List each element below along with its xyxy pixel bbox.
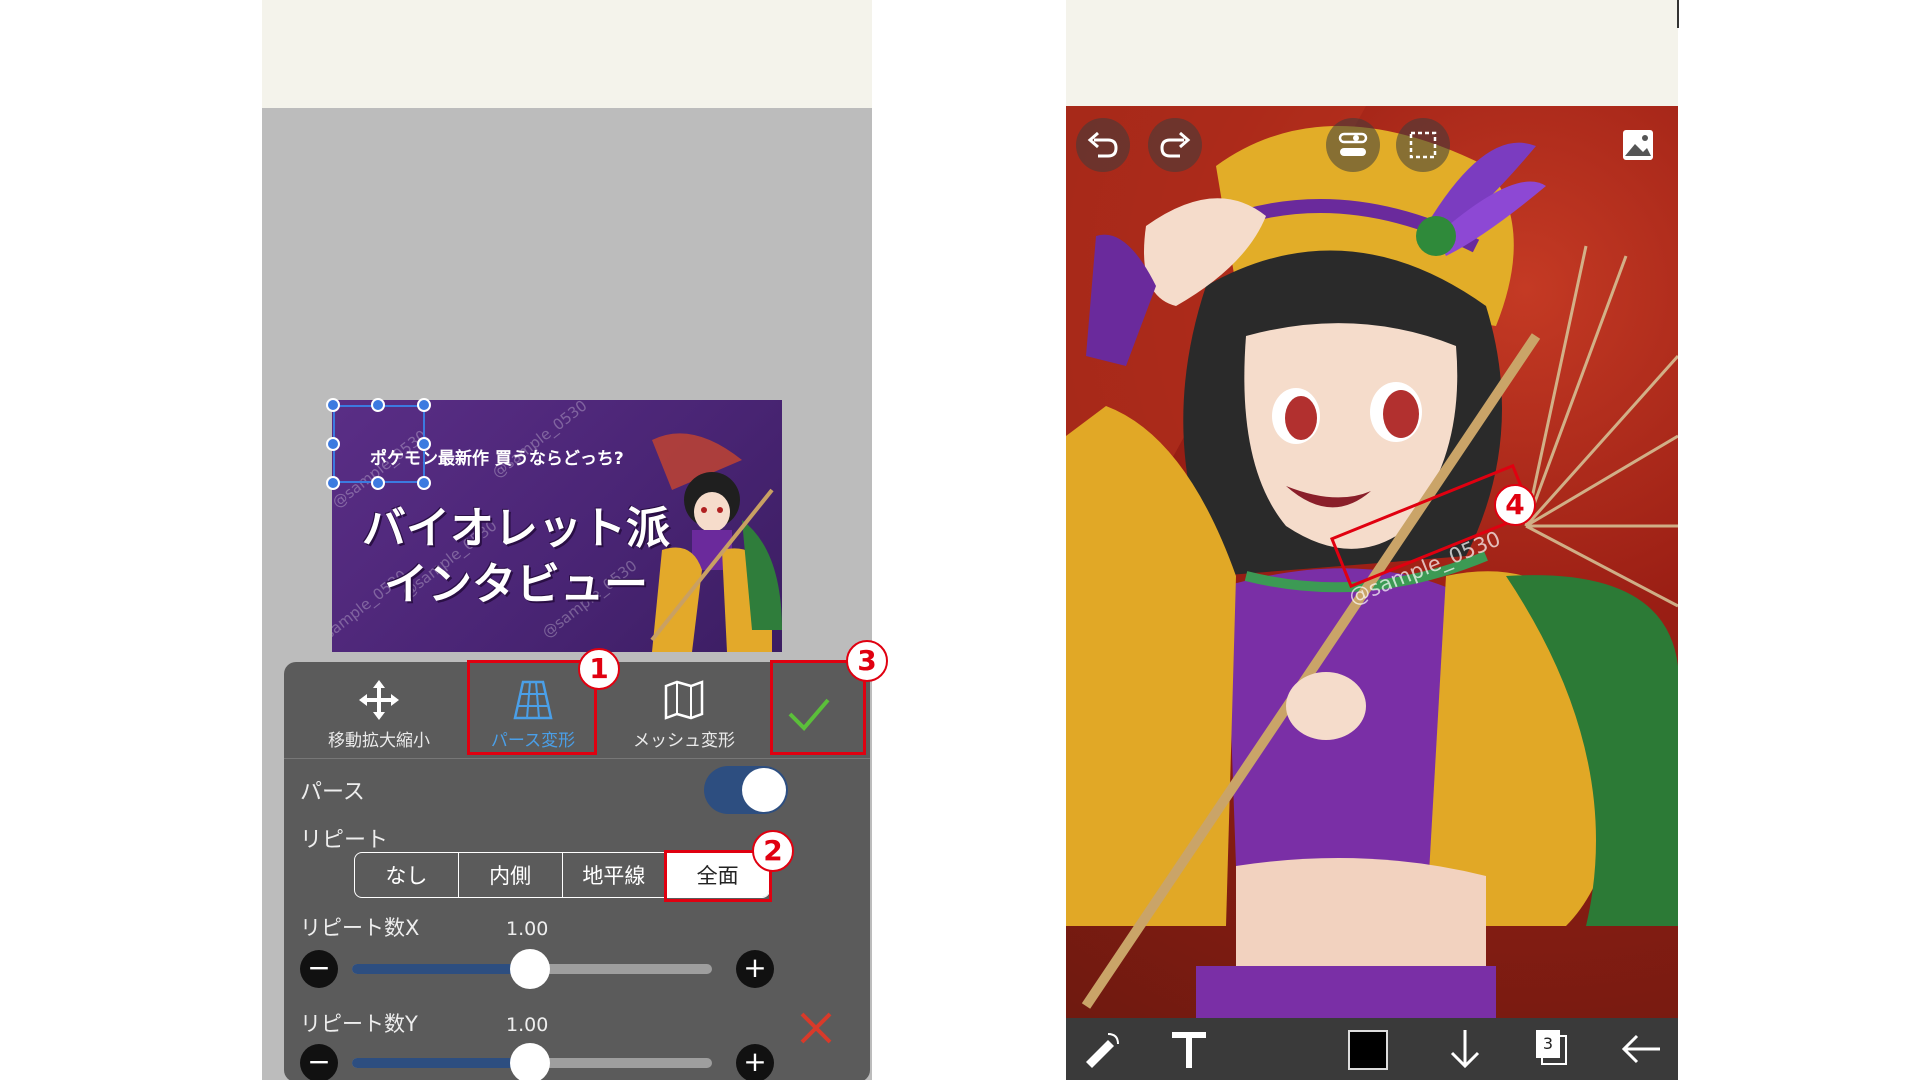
repeat-x-plus-button[interactable]: + xyxy=(736,950,774,988)
arrow-down-icon xyxy=(1450,1030,1480,1069)
repeat-label: リピート xyxy=(300,828,389,853)
adjust-button[interactable] xyxy=(1326,118,1380,172)
thumbnail-title-line1: バイオレット派 xyxy=(362,503,670,554)
repeat-x-slider-fill xyxy=(352,964,532,974)
character-illustration xyxy=(650,433,782,652)
transform-screen: @sample_0530 @sample_0530 @sample_0530 @… xyxy=(262,0,872,1080)
tool-mesh[interactable]: メッシュ変形 xyxy=(614,678,754,751)
perspective-toggle[interactable] xyxy=(704,766,788,814)
pen-eraser-swap-icon xyxy=(1086,1033,1119,1068)
repeat-y-value: 1.00 xyxy=(506,1014,549,1036)
transform-handle[interactable] xyxy=(326,437,340,451)
annotation-badge: 1 xyxy=(578,648,620,690)
undo-button[interactable] xyxy=(1076,118,1130,172)
divider xyxy=(284,758,870,759)
transform-handle[interactable] xyxy=(326,398,340,412)
redo-icon xyxy=(1160,131,1191,158)
status-bar xyxy=(262,0,872,108)
back-button[interactable] xyxy=(1618,1026,1664,1076)
move-down-button[interactable] xyxy=(1442,1026,1488,1076)
repeat-option-inside[interactable]: 内側 xyxy=(459,853,563,897)
tool-switch-button[interactable] xyxy=(1078,1026,1124,1076)
repeat-x-minus-button[interactable]: − xyxy=(300,950,338,988)
mesh-map-icon xyxy=(664,680,704,720)
annotation-badge: 3 xyxy=(846,640,888,682)
toggle-knob xyxy=(742,768,786,812)
thumbnail-title-line2: インタビュー xyxy=(384,559,648,610)
move-arrows-icon xyxy=(359,680,399,720)
repeat-y-slider-thumb[interactable] xyxy=(510,1043,550,1080)
layer-count: 3 xyxy=(1542,1034,1554,1053)
transform-handle[interactable] xyxy=(417,437,431,451)
repeat-y-minus-button[interactable]: − xyxy=(300,1044,338,1080)
repeat-y-plus-button[interactable]: + xyxy=(736,1044,774,1080)
transform-handle[interactable] xyxy=(417,476,431,490)
arrow-left-icon xyxy=(1621,1034,1660,1064)
tool-label: メッシュ変形 xyxy=(633,731,735,751)
marquee-select-icon xyxy=(1409,131,1437,159)
transform-handle[interactable] xyxy=(371,476,385,490)
repeat-x-slider-thumb[interactable] xyxy=(510,949,550,989)
annotation-badge: 2 xyxy=(752,830,794,872)
selection-button[interactable] xyxy=(1396,118,1450,172)
perspective-label: パース xyxy=(300,780,365,805)
annotation-box-perspective xyxy=(467,660,597,755)
bottom-toolbar: 3 xyxy=(1066,1018,1678,1080)
image-icon xyxy=(1623,130,1653,160)
transform-handle[interactable] xyxy=(371,398,385,412)
repeat-x-value: 1.00 xyxy=(506,918,549,940)
annotation-badge: 4 xyxy=(1494,484,1536,526)
text-t-icon xyxy=(1172,1032,1206,1068)
repeat-option-none[interactable]: なし xyxy=(355,853,459,897)
repeat-option-horizon[interactable]: 地平線 xyxy=(563,853,667,897)
cancel-button[interactable] xyxy=(796,1008,836,1048)
repeat-x-label: リピート数X xyxy=(300,916,420,940)
repeat-y-label: リピート数Y xyxy=(300,1012,418,1036)
tool-move-scale[interactable]: 移動拡大縮小 xyxy=(314,678,444,751)
redo-button[interactable] xyxy=(1148,118,1202,172)
undo-icon xyxy=(1087,131,1118,158)
toggle-settings-icon xyxy=(1338,132,1368,156)
divider xyxy=(1677,0,1679,28)
repeat-y-slider-fill xyxy=(352,1058,532,1068)
layers-button[interactable]: 3 xyxy=(1528,1026,1574,1076)
perspective-selection-box[interactable] xyxy=(333,405,425,483)
close-icon xyxy=(800,1012,832,1044)
transform-handle[interactable] xyxy=(326,476,340,490)
color-swatch-button[interactable] xyxy=(1348,1030,1388,1070)
tool-label: 移動拡大縮小 xyxy=(328,731,430,751)
watermark-text: @sample_0530 xyxy=(488,400,591,482)
image-button[interactable] xyxy=(1611,118,1665,172)
transform-handle[interactable] xyxy=(417,398,431,412)
text-tool-button[interactable] xyxy=(1166,1026,1212,1076)
